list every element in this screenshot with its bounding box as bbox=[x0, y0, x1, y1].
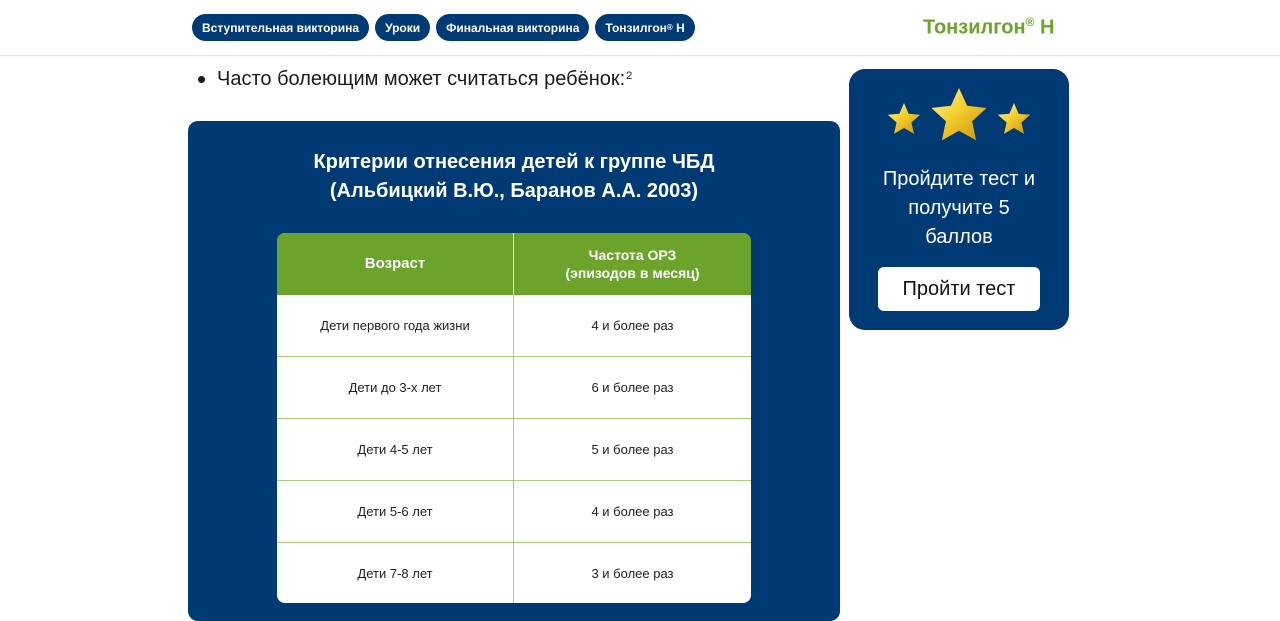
table-row: Дети 5-6 лет 4 и более раз bbox=[277, 481, 751, 543]
table-row: Дети 7-8 лет 3 и более раз bbox=[277, 543, 751, 603]
header-frequency-line2: (эпизодов в месяц) bbox=[565, 265, 700, 281]
cell-age: Дети 7-8 лет bbox=[277, 543, 514, 603]
brand-name: Тонзилгон bbox=[923, 16, 1026, 39]
nav-pill-label: Вступительная викторина bbox=[202, 20, 360, 35]
table-row: Дети первого года жизни 4 и более раз bbox=[277, 295, 751, 357]
cell-frequency: 4 и более раз bbox=[591, 318, 674, 333]
table-row: Дети до 3-х лет 6 и более раз bbox=[277, 357, 751, 419]
promo-card: Пройдите тест и получите 5 баллов Пройти… bbox=[849, 69, 1069, 330]
cell-frequency: 5 и более раз bbox=[591, 442, 674, 457]
footnote-ref[interactable]: 2 bbox=[626, 70, 632, 82]
nav-pill-label: Тонзилгон bbox=[605, 20, 667, 35]
card-title-line2: (Альбицкий В.Ю., Баранов А.А. 2003) bbox=[329, 180, 699, 202]
bullet-text: Часто болеющим может считаться ребёнок: bbox=[217, 68, 626, 90]
nav-pill-lessons[interactable]: Уроки bbox=[375, 14, 431, 41]
nav-pill-tonsilgon[interactable]: Тонзилгон ® Н bbox=[595, 14, 695, 41]
criteria-table: Возраст Частота ОРЗ (эпизодов в месяц) Д… bbox=[277, 233, 751, 603]
nav-pill-intro-quiz[interactable]: Вступительная викторина bbox=[192, 14, 370, 41]
cell-age: Дети 5-6 лет bbox=[277, 481, 514, 542]
cell-frequency: 6 и более раз bbox=[591, 380, 674, 395]
take-test-button[interactable]: Пройти тест bbox=[878, 267, 1040, 311]
promo-text-line2: получите 5 bbox=[908, 197, 1010, 219]
brand-suffix: Н bbox=[1034, 16, 1055, 39]
nav-pill-suffix: Н bbox=[672, 20, 685, 35]
cell-frequency: 4 и более раз bbox=[591, 504, 674, 519]
promo-text-line3: баллов bbox=[925, 226, 993, 248]
nav-pill-final-quiz[interactable]: Финальная викторина bbox=[436, 14, 590, 41]
table-row: Дети 4-5 лет 5 и более раз bbox=[277, 419, 751, 481]
bullet-item: Часто болеющим может считаться ребёнок: 2 bbox=[198, 68, 632, 91]
criteria-card: Критерии отнесения детей к группе ЧБД (А… bbox=[188, 121, 840, 621]
promo-text: Пройдите тест и получите 5 баллов bbox=[849, 165, 1069, 252]
card-title: Критерии отнесения детей к группе ЧБД (А… bbox=[188, 148, 840, 206]
card-title-line1: Критерии отнесения детей к группе ЧБД bbox=[313, 151, 715, 173]
bullet-dot bbox=[198, 76, 205, 83]
header-frequency-line1: Частота ОРЗ bbox=[588, 247, 677, 263]
header-frequency: Частота ОРЗ (эпизодов в месяц) bbox=[514, 233, 751, 295]
nav-pill-label: Финальная викторина bbox=[446, 20, 580, 35]
promo-text-line1: Пройдите тест и bbox=[882, 168, 1036, 190]
table-header: Возраст Частота ОРЗ (эпизодов в месяц) bbox=[277, 233, 751, 295]
cell-age: Дети 4-5 лет bbox=[277, 419, 514, 480]
nav-pill-label: Уроки bbox=[385, 20, 421, 35]
top-header: Вступительная викторина Уроки Финальная … bbox=[0, 0, 1280, 56]
cell-age: Дети первого года жизни bbox=[277, 295, 514, 356]
top-nav: Вступительная викторина Уроки Финальная … bbox=[192, 14, 695, 41]
cell-frequency: 3 и более раз bbox=[591, 566, 674, 581]
header-age: Возраст bbox=[277, 233, 514, 295]
stars-icon bbox=[887, 88, 1031, 141]
brand-logo[interactable]: Тонзилгон® Н bbox=[923, 15, 1054, 40]
cell-age: Дети до 3-х лет bbox=[277, 357, 514, 418]
